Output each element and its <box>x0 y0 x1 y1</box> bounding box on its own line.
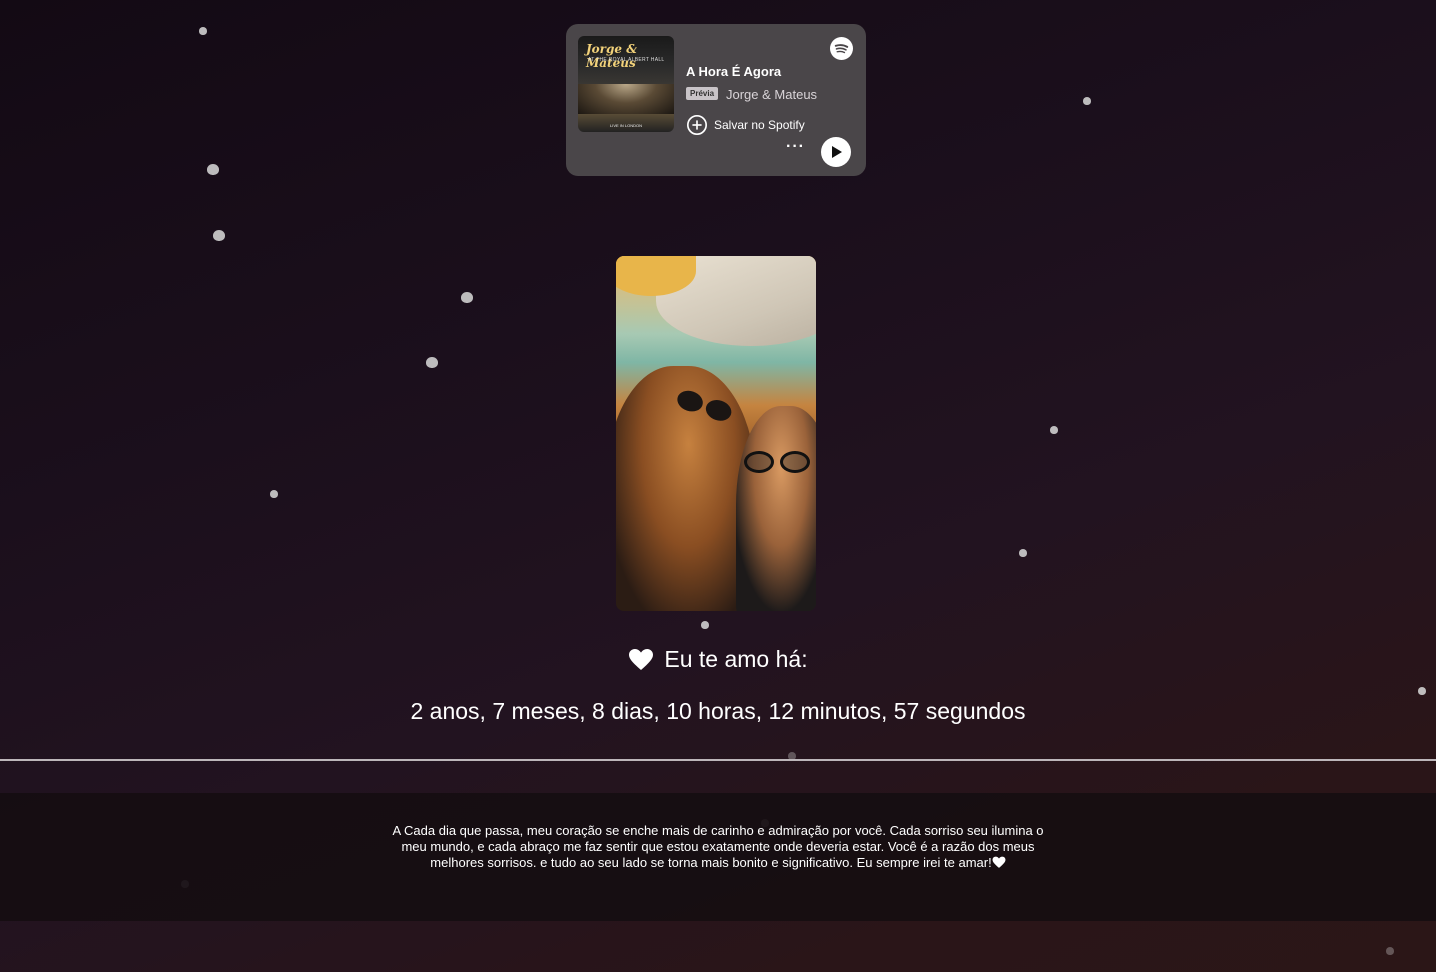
artist-name[interactable]: Jorge & Mateus <box>726 87 817 102</box>
album-cover-footer: LIVE IN LONDON <box>609 123 642 128</box>
petal-decoration <box>213 230 225 241</box>
track-title[interactable]: A Hora É Agora <box>686 64 781 79</box>
heart-icon <box>629 648 654 670</box>
photo-glasses <box>744 451 816 475</box>
petal-decoration <box>1083 97 1091 105</box>
petal-decoration <box>461 292 473 303</box>
preview-badge: Prévia <box>686 87 719 100</box>
petal-decoration <box>701 621 709 629</box>
love-counter-elapsed: 2 anos, 7 meses, 8 dias, 10 horas, 12 mi… <box>410 698 1026 724</box>
love-message: A Cada dia que passa, meu coração se enc… <box>382 823 1054 871</box>
petal-decoration <box>1019 549 1027 557</box>
section-divider <box>0 759 1436 761</box>
petal-decoration <box>199 27 207 35</box>
heart-icon <box>992 856 1006 868</box>
photo-person-right <box>736 406 816 611</box>
love-counter-label: Eu te amo há: <box>664 646 808 672</box>
spotify-logo-icon[interactable] <box>830 37 853 60</box>
petal-decoration <box>1386 947 1394 955</box>
album-cover-stage <box>578 84 674 114</box>
petal-decoration <box>426 357 438 368</box>
spotify-embed-card[interactable]: Jorge & Mateus AT THE ROYAL ALBERT HALL … <box>566 24 866 176</box>
love-message-text: A Cada dia que passa, meu coração se enc… <box>392 823 1044 870</box>
petal-decoration <box>1418 687 1426 695</box>
save-to-spotify-label: Salvar no Spotify <box>714 118 805 132</box>
album-cover-title: Jorge & Mateus <box>586 42 638 70</box>
play-icon <box>832 146 842 158</box>
album-cover[interactable]: Jorge & Mateus AT THE ROYAL ALBERT HALL … <box>578 36 674 132</box>
plus-circle-icon <box>687 115 707 135</box>
more-options-button[interactable]: ··· <box>786 138 805 156</box>
play-button[interactable] <box>821 137 851 167</box>
message-section: A Cada dia que passa, meu coração se enc… <box>0 793 1436 921</box>
album-cover-subtitle: AT THE ROYAL ALBERT HALL <box>588 57 665 63</box>
couple-photo <box>616 256 816 611</box>
petal-decoration <box>1050 426 1058 434</box>
petal-decoration <box>270 490 278 498</box>
save-to-spotify-button[interactable]: Salvar no Spotify <box>686 114 805 136</box>
love-counter-title: Eu te amo há: <box>0 646 1436 673</box>
petal-decoration <box>207 164 219 175</box>
